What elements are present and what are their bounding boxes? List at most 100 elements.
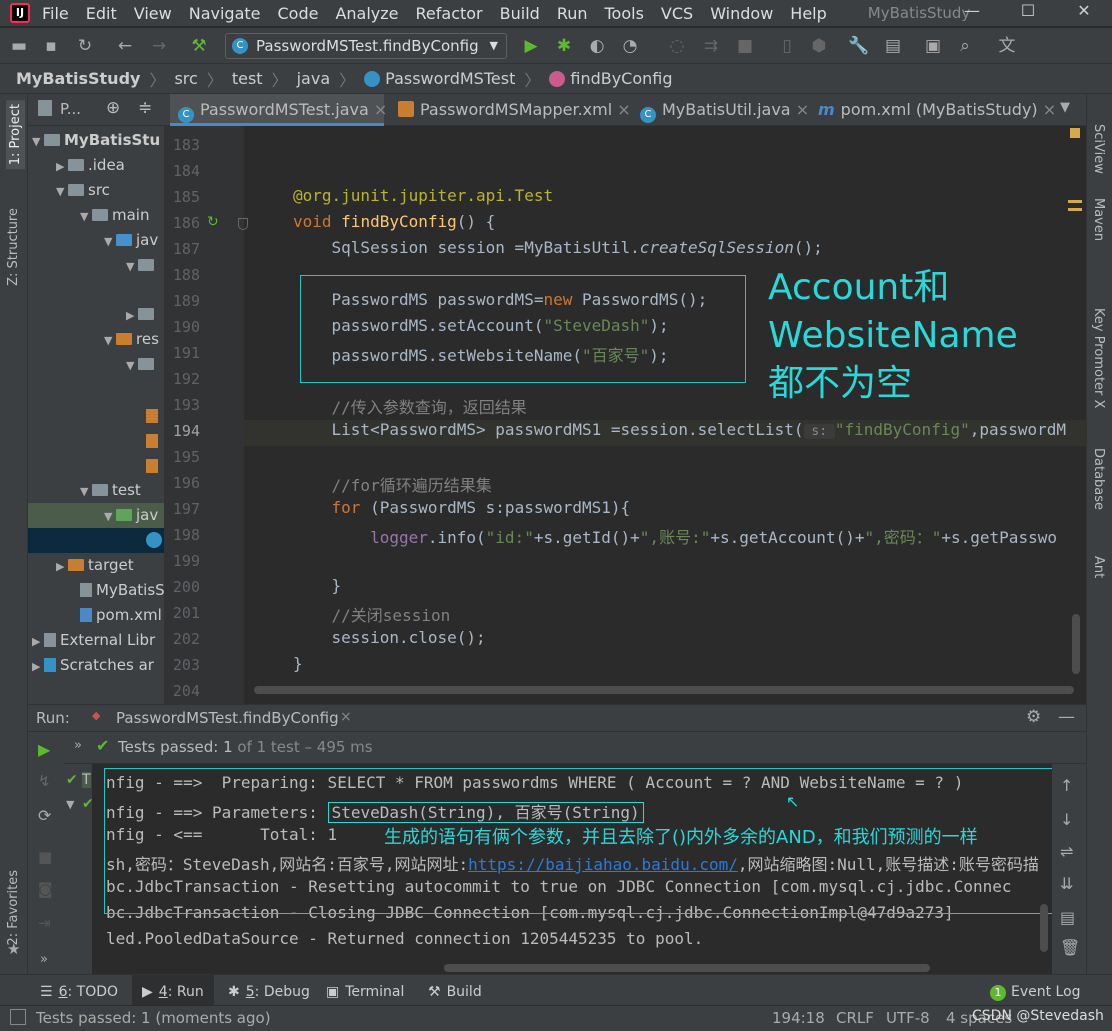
menu-help[interactable]: Help	[790, 4, 826, 23]
stop-icon[interactable]: ■	[38, 848, 52, 866]
console-horizontal-scrollbar[interactable]	[444, 964, 930, 972]
back-icon[interactable]: ←	[114, 35, 136, 57]
tree-item-xml-file-3[interactable]	[146, 454, 162, 479]
run-icon[interactable]: ▶	[520, 35, 542, 57]
tree-item-main-java[interactable]: ▼ jav	[104, 228, 158, 253]
profile-icon[interactable]: ◔	[619, 35, 641, 57]
terminal-window-icon[interactable]: ▣	[922, 35, 944, 57]
tree-item-test[interactable]: ▼ test	[80, 478, 141, 503]
close-button[interactable]: ✕	[1056, 0, 1112, 26]
menu-refactor[interactable]: Refactor	[416, 4, 483, 23]
project-structure-icon[interactable]: ▤	[882, 35, 904, 57]
menu-window[interactable]: Window	[710, 4, 773, 23]
menu-vcs[interactable]: VCS	[661, 4, 693, 23]
deploy-icon[interactable]: ⬢	[808, 35, 830, 57]
line-separator[interactable]: CRLF	[836, 1006, 874, 1030]
tree-item-scratches[interactable]: ▶ Scratches ar	[32, 653, 154, 678]
soft-wrap-icon[interactable]: ⇌	[1060, 842, 1073, 861]
close-icon[interactable]: ×	[374, 100, 387, 119]
rerun-icon[interactable]: ⇉	[700, 35, 722, 57]
menu-analyze[interactable]: Analyze	[335, 4, 398, 23]
structure-tool-button[interactable]: Z: Structure	[6, 208, 21, 286]
menu-file[interactable]: File	[42, 4, 69, 23]
tab-todo[interactable]: ☰ 6: TODO	[40, 975, 118, 1009]
tab-debug[interactable]: ✱ 5: Debug	[228, 975, 310, 1009]
tree-item-package[interactable]: ▼	[126, 253, 158, 278]
stop-icon[interactable]: ■	[734, 35, 756, 57]
tree-item-xml-file-1[interactable]	[146, 404, 162, 429]
exit-icon[interactable]: ⇥	[38, 914, 51, 932]
database-tool-button[interactable]: Database	[1091, 448, 1106, 510]
tab-run[interactable]: ▶ 4: Run	[132, 975, 214, 1009]
tree-item-project-root[interactable]: ▼ MyBatisStu	[32, 128, 160, 153]
tree-item-test-class-selected[interactable]	[28, 528, 164, 553]
tree-item-main[interactable]: ▼ main	[80, 203, 149, 228]
expand-icon[interactable]: »	[74, 738, 82, 753]
rerun-failed-icon[interactable]: ↯	[38, 772, 51, 790]
down-arrow-icon[interactable]: ↓	[1060, 810, 1073, 829]
ant-tool-button[interactable]: Ant	[1091, 556, 1106, 578]
more-icon[interactable]: »	[40, 952, 48, 967]
tree-item-target[interactable]: ▶ target	[56, 553, 134, 578]
debug-icon[interactable]: ✱	[553, 35, 575, 57]
menu-edit[interactable]: Edit	[86, 4, 117, 23]
menu-navigate[interactable]: Navigate	[189, 4, 261, 23]
editor-scrollbar[interactable]	[1072, 614, 1080, 674]
save-icon[interactable]: ▪	[40, 35, 62, 57]
tree-item-external-libraries[interactable]: ▶ External Libr	[32, 628, 155, 653]
close-icon[interactable]: ×	[1043, 100, 1056, 119]
run-config-selector[interactable]: C PasswordMSTest.findByConfig ▼	[225, 33, 507, 59]
settings-wrench-icon[interactable]: 🔧	[848, 35, 870, 57]
maximize-button[interactable]: ☐	[1000, 0, 1056, 26]
breadcrumb-method[interactable]: findByConfig	[570, 69, 672, 88]
sync-icon[interactable]: ↻	[74, 35, 96, 57]
rerun-icon[interactable]: ▶	[38, 740, 50, 759]
menu-tools[interactable]: Tools	[605, 4, 644, 23]
console-scrollbar[interactable]	[1040, 904, 1048, 952]
coverage-icon[interactable]: ◐	[586, 35, 608, 57]
tab-build[interactable]: ⚒ Build	[428, 975, 482, 1009]
tree-item-src[interactable]: ▼ src	[56, 178, 110, 203]
breadcrumb-class[interactable]: PasswordMSTest	[385, 69, 515, 88]
tab-pom-xml[interactable]: m pom.xml (MyBatisStudy) ×	[812, 94, 1056, 126]
sciview-tool-button[interactable]: SciView	[1091, 124, 1106, 174]
editor-horizontal-scrollbar[interactable]	[254, 686, 1074, 694]
collapse-icon[interactable]: ≑	[138, 98, 152, 118]
up-arrow-icon[interactable]: ↑	[1060, 776, 1073, 795]
key-promoter-tool-button[interactable]: Key Promoter X	[1091, 308, 1106, 408]
minimize-button[interactable]: —	[944, 0, 1000, 26]
tree-item-resources[interactable]: ▼ res	[104, 327, 159, 352]
tab-mapper-xml[interactable]: PasswordMSMapper.xml ×	[392, 94, 631, 126]
toggle-autotest-icon[interactable]: ⟳	[38, 806, 51, 825]
tab-terminal[interactable]: ▣ Terminal	[326, 975, 404, 1009]
camera-icon[interactable]: ◙	[38, 880, 53, 898]
menu-build[interactable]: Build	[500, 4, 540, 23]
breadcrumb-test[interactable]: test	[232, 69, 263, 88]
tree-item-xml-file-2[interactable]	[146, 429, 162, 454]
tab-mybatisutil[interactable]: C MyBatisUtil.java ×	[634, 94, 809, 126]
menu-code[interactable]: Code	[278, 4, 319, 23]
menu-run[interactable]: Run	[557, 4, 588, 23]
scroll-to-end-icon[interactable]: ⇊	[1060, 874, 1073, 893]
tree-item-pom[interactable]: pom.xml	[80, 603, 162, 628]
close-icon[interactable]: ×	[340, 709, 352, 725]
project-tool-button[interactable]: 1: Project	[6, 100, 25, 170]
open-folder-icon[interactable]: ▬	[8, 35, 30, 57]
tree-item-res-folder[interactable]: ▼	[126, 352, 158, 377]
menu-view[interactable]: View	[134, 4, 172, 23]
build-hammer-icon[interactable]: ⚒	[188, 35, 210, 57]
tab-passwordmstest[interactable]: C PasswordMSTest.java ×	[170, 94, 387, 126]
forward-icon[interactable]: →	[148, 35, 170, 57]
fold-marker-icon[interactable]	[238, 218, 248, 230]
device-icon[interactable]: ▯	[776, 35, 798, 57]
run-tab[interactable]: PasswordMSTest.findByConfig	[116, 709, 339, 727]
breadcrumb-src[interactable]: src	[174, 69, 197, 88]
breadcrumb-project[interactable]: MyBatisStudy	[16, 69, 140, 88]
gear-icon[interactable]: ⚙	[1026, 707, 1041, 727]
status-toggle-icon[interactable]	[10, 1009, 26, 1025]
file-encoding[interactable]: UTF-8	[886, 1006, 930, 1030]
maven-tool-button[interactable]: Maven	[1091, 198, 1106, 241]
favorites-tool-button[interactable]: 2: Favorites	[6, 870, 21, 946]
locate-icon[interactable]: ⊕	[106, 98, 120, 118]
trash-icon[interactable]: 🗑	[1060, 938, 1080, 957]
